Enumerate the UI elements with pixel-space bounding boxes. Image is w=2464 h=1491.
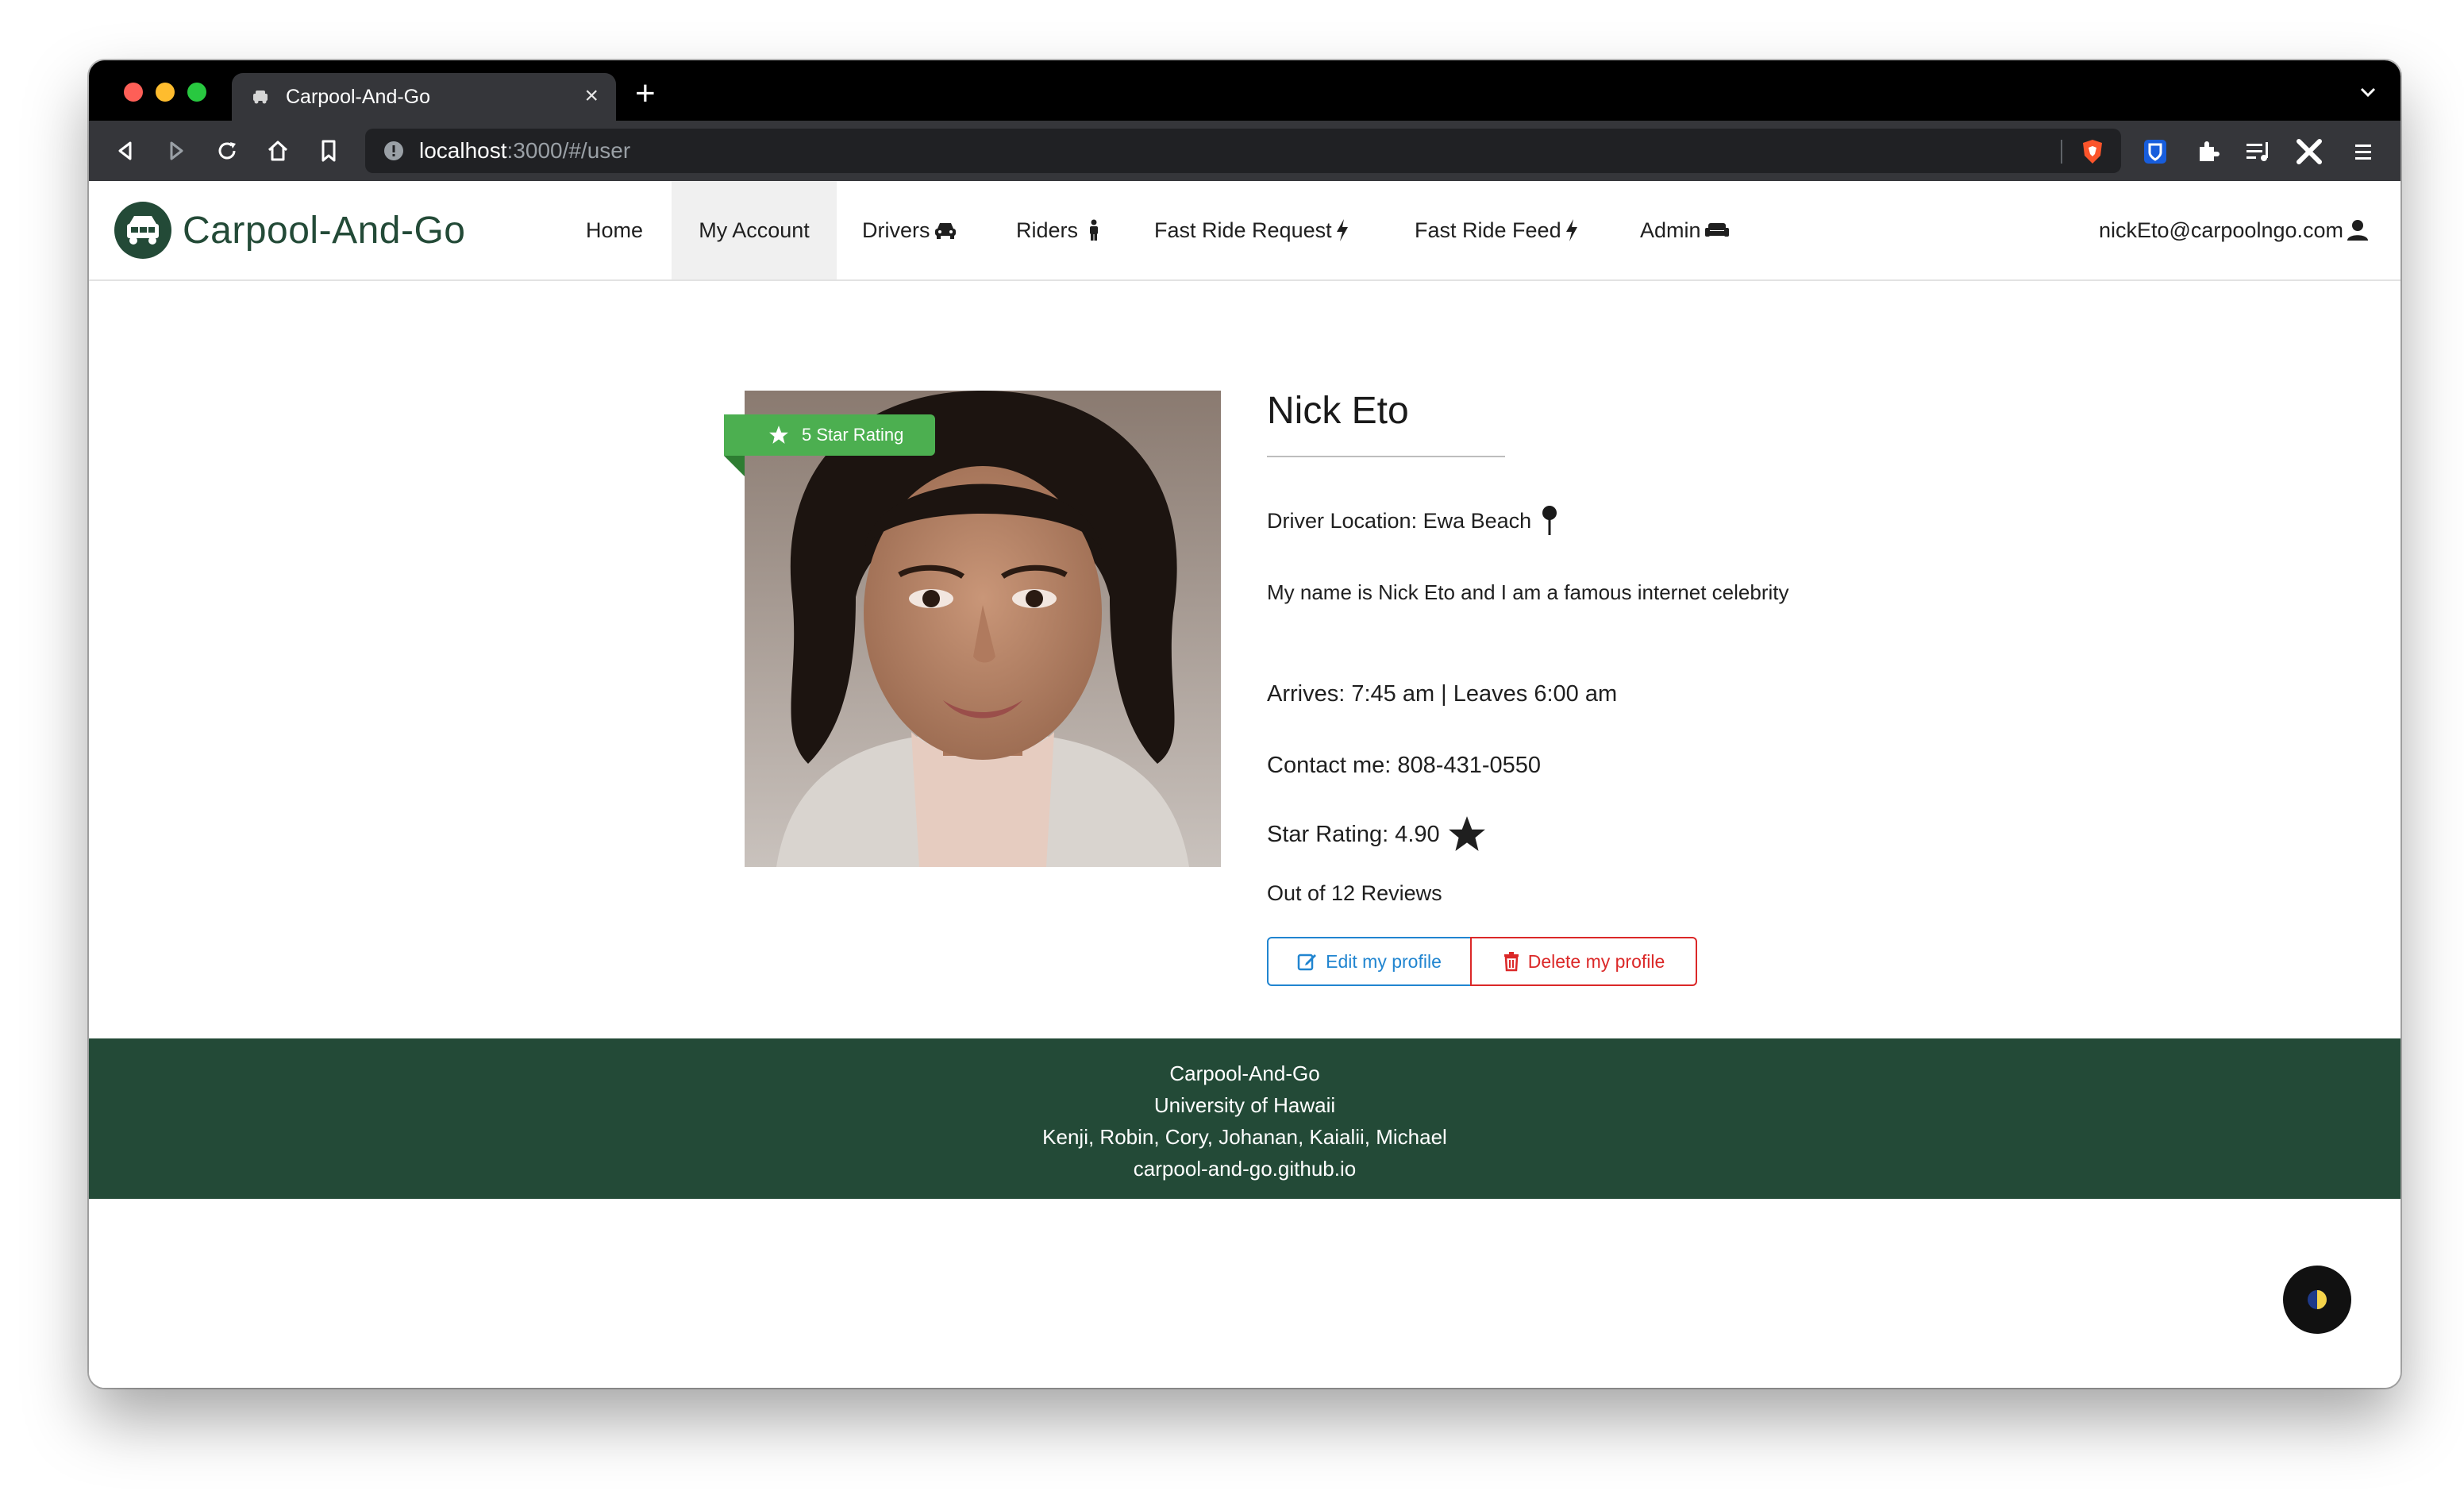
browser-toolbar: localhost:3000/#/user: [89, 121, 2400, 181]
chevron-down-icon[interactable]: [2359, 78, 2377, 103]
footer-team: Kenji, Robin, Cory, Johanan, Kaialii, Mi…: [1042, 1125, 1447, 1149]
url-divider: [2061, 140, 2062, 164]
browser-window: Carpool-And-Go × + localhost:3000/#/user…: [89, 60, 2400, 1388]
browser-tab[interactable]: Carpool-And-Go ×: [232, 73, 616, 121]
close-x-icon[interactable]: [2294, 137, 2324, 167]
profile-photo: [745, 391, 1221, 867]
new-tab-icon[interactable]: +: [635, 76, 656, 111]
forward-icon[interactable]: [162, 137, 191, 165]
back-icon[interactable]: [111, 137, 140, 165]
edit-profile-label: Edit my profile: [1326, 950, 1442, 972]
user-email: nickEto@carpoolngo.com: [2098, 218, 2343, 242]
brand-link[interactable]: Carpool-And-Go: [114, 202, 466, 259]
portrait-illustration: [745, 391, 1221, 867]
nav-fast-ride-feed[interactable]: Fast Ride Feed: [1389, 181, 1604, 279]
delete-profile-label: Delete my profile: [1527, 950, 1665, 972]
url-host: localhost: [419, 138, 507, 163]
reload-icon[interactable]: [213, 137, 241, 165]
car-icon: [934, 223, 956, 239]
profile-bio: My name is Nick Eto and I am a famous in…: [1267, 580, 1789, 604]
site-info-icon[interactable]: [383, 140, 405, 162]
nav-my-account-label: My Account: [699, 218, 810, 242]
nav-my-account[interactable]: My Account: [672, 181, 837, 279]
close-tab-icon[interactable]: ×: [584, 84, 599, 108]
home-icon[interactable]: [264, 137, 292, 165]
rating-ribbon: 5 Star Rating: [724, 414, 935, 456]
site-footer: Carpool-And-Go University of Hawaii Kenj…: [89, 1038, 2400, 1199]
review-count: Out of 12 Reviews: [1267, 881, 1442, 905]
lightning-bolt-icon: [1336, 219, 1348, 241]
map-pin-icon: [1542, 506, 1557, 535]
url-text: localhost:3000/#/user: [419, 138, 630, 164]
trash-icon: [1503, 952, 1519, 972]
half-moon-icon: [2308, 1290, 2327, 1309]
profile-name: Nick Eto: [1267, 390, 1409, 432]
nav-admin-label: Admin: [1640, 218, 1701, 242]
tab-title: Carpool-And-Go: [286, 85, 431, 108]
contact: Contact me: 808-431-0550: [1267, 753, 1541, 778]
nav-fast-ride-request-label: Fast Ride Request: [1154, 218, 1332, 242]
star-rating: Star Rating: 4.90: [1267, 815, 1488, 854]
brand-name: Carpool-And-Go: [183, 209, 466, 252]
footer-title: Carpool-And-Go: [1169, 1061, 1320, 1085]
page-content: Carpool-And-Go Home My Account Drivers R…: [89, 181, 2400, 1388]
schedule: Arrives: 7:45 am | Leaves 6:00 am: [1267, 681, 1618, 707]
playlist-icon[interactable]: [2243, 137, 2273, 167]
nav-drivers-label: Drivers: [862, 218, 930, 242]
carpool-logo-icon: [114, 202, 171, 259]
address-bar[interactable]: localhost:3000/#/user: [365, 129, 2121, 173]
bitwarden-icon[interactable]: [2140, 137, 2170, 167]
nav-home-label: Home: [586, 218, 644, 242]
close-window-button[interactable]: [124, 83, 143, 102]
nav-fast-ride-request[interactable]: Fast Ride Request: [1129, 181, 1375, 279]
bookmark-icon[interactable]: [314, 137, 343, 165]
driver-location: Driver Location: Ewa Beach: [1267, 505, 1558, 537]
menu-icon[interactable]: [2348, 137, 2378, 167]
name-divider: [1267, 456, 1505, 457]
nav-admin[interactable]: Admin: [1615, 181, 1755, 279]
footer-link[interactable]: carpool-and-go.github.io: [89, 1153, 2400, 1185]
footer-university: University of Hawaii: [1153, 1093, 1336, 1117]
star-rating-text: Star Rating: 4.90: [1267, 821, 1440, 847]
ribbon-fold: [724, 456, 745, 476]
delete-profile-button[interactable]: Delete my profile: [1470, 937, 1697, 986]
edit-profile-button[interactable]: Edit my profile: [1267, 937, 1472, 986]
user-icon: [2347, 220, 2368, 241]
driver-location-text: Driver Location: Ewa Beach: [1267, 508, 1532, 533]
brave-shield-icon[interactable]: [2080, 138, 2105, 165]
url-path: :3000/#/user: [506, 138, 631, 163]
star-icon: [1448, 816, 1485, 851]
nav-drivers[interactable]: Drivers: [837, 181, 983, 279]
edit-icon: [1297, 954, 1317, 971]
user-menu[interactable]: nickEto@carpoolngo.com: [2099, 181, 2369, 279]
extensions-icon[interactable]: [2193, 137, 2223, 167]
nav-home[interactable]: Home: [560, 181, 668, 279]
couch-icon: [1704, 223, 1729, 237]
nav-riders-label: Riders: [1016, 218, 1079, 242]
site-navbar: Carpool-And-Go Home My Account Drivers R…: [89, 181, 2400, 281]
dark-mode-toggle[interactable]: [2283, 1266, 2351, 1334]
tab-bar: Carpool-And-Go × +: [89, 60, 2400, 121]
rating-ribbon-text: 5 Star Rating: [802, 425, 904, 445]
nav-fast-ride-feed-label: Fast Ride Feed: [1415, 218, 1561, 242]
car-favicon-icon: [249, 86, 271, 108]
male-person-icon: [1090, 219, 1099, 241]
star-icon: [769, 426, 788, 444]
minimize-window-button[interactable]: [156, 83, 175, 102]
lightning-bolt-icon: [1565, 219, 1577, 241]
maximize-window-button[interactable]: [187, 83, 206, 102]
nav-riders[interactable]: Riders: [991, 181, 1127, 279]
